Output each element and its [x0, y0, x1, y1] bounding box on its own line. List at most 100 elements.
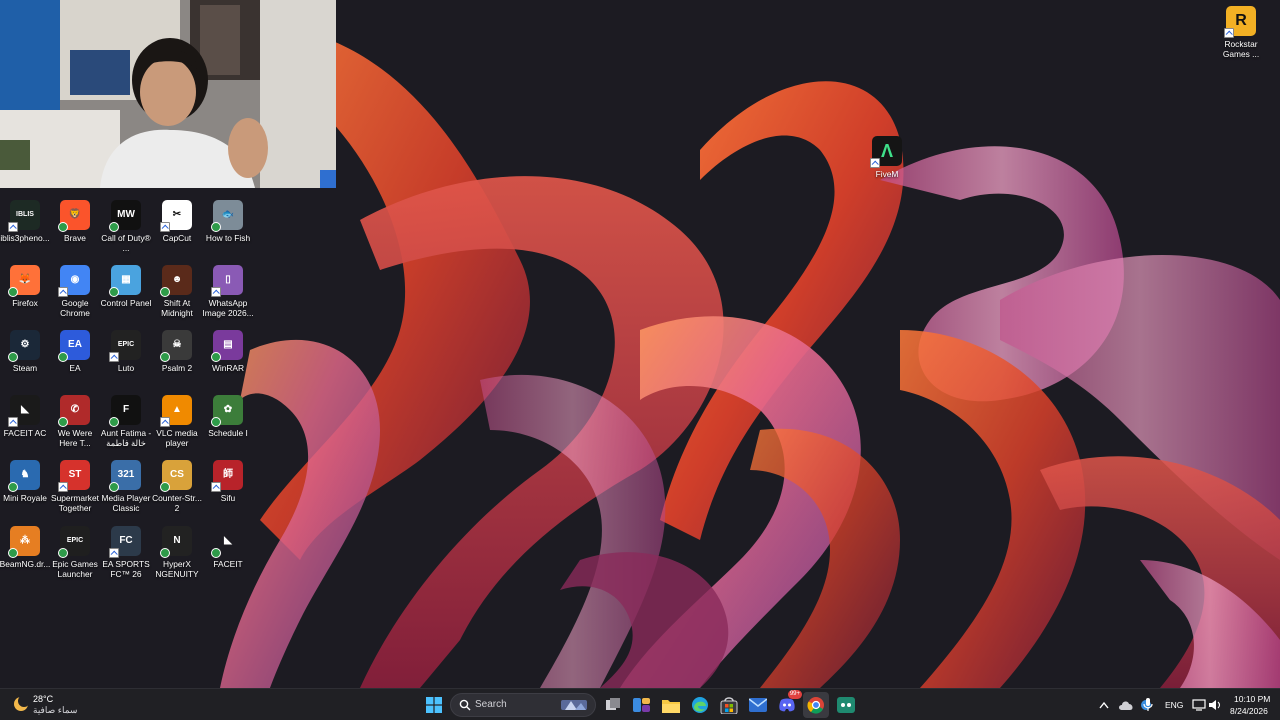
- weather-widget[interactable]: 28°C سماء صافية: [10, 692, 110, 718]
- desktop-icon-label: FACEIT: [213, 559, 243, 569]
- chrome-icon: ◉: [58, 265, 90, 297]
- media-player-classic-icon: 321: [109, 460, 141, 492]
- steam-icon: ⚙: [8, 330, 40, 362]
- file-explorer-button[interactable]: [658, 692, 684, 718]
- discord-button[interactable]: 99+: [774, 690, 802, 718]
- desktop-icon[interactable]: 🦁 Brave: [50, 200, 100, 264]
- desktop-icon[interactable]: ▲ VLC media player: [152, 395, 202, 459]
- search-highlight-icon: [561, 700, 587, 710]
- desktop-icon[interactable]: ☠ Psalm 2: [152, 330, 202, 394]
- icon-glyph: N: [173, 535, 181, 546]
- brave-icon: 🦁: [58, 200, 90, 232]
- desktop-icon[interactable]: MW Call of Duty® ...: [101, 200, 151, 264]
- widgets-button[interactable]: [629, 692, 655, 718]
- icon-glyph: EA: [68, 339, 82, 350]
- app-icon: [837, 697, 855, 713]
- desktop-icon-fivem[interactable]: Λ FiveM: [862, 136, 912, 200]
- desktop-icon[interactable]: ◣ FACEIT AC: [0, 395, 50, 459]
- desktop-icon-label: FACEIT AC: [3, 428, 47, 438]
- desktop-icon-label: iblis3pheno...: [0, 233, 50, 243]
- mini-royale-icon: ♞: [8, 460, 40, 492]
- desktop-icon-label: Aunt Fatima - خالة فاطمة: [100, 428, 152, 448]
- icon-glyph: ▲: [172, 404, 182, 415]
- desktop-icon[interactable]: ☻ Shift At Midnight: [152, 265, 202, 329]
- desktop-icon[interactable]: FC EA SPORTS FC™ 26: [101, 526, 151, 590]
- desktop-icon-label: Control Panel: [100, 298, 152, 308]
- icon-glyph: ✆: [70, 404, 80, 415]
- store-icon: [720, 696, 738, 714]
- icon-glyph: ▦: [121, 274, 131, 285]
- start-button[interactable]: [421, 692, 447, 718]
- desktop-icon-label: Call of Duty® ...: [101, 233, 151, 253]
- edge-button[interactable]: [687, 692, 713, 718]
- icon-glyph: ◣: [21, 404, 29, 415]
- ea-icon: EA: [58, 330, 90, 362]
- faceit-icon: ◣: [211, 526, 243, 558]
- icon-glyph: ▤: [223, 339, 233, 350]
- desktop-icon[interactable]: 🦊 Firefox: [0, 265, 50, 329]
- desktop-icon[interactable]: F Aunt Fatima - خالة فاطمة: [101, 395, 151, 459]
- desktop-icon[interactable]: ▯ WhatsApp Image 2026...: [202, 265, 254, 329]
- desktop-icon[interactable]: 🐟 How to Fish: [203, 200, 253, 264]
- show-hidden-icons-chevron-icon[interactable]: [1099, 701, 1109, 709]
- discord-icon: [779, 698, 795, 712]
- desktop-icon[interactable]: ✂ CapCut: [152, 200, 202, 264]
- desktop-icon[interactable]: ◣ FACEIT: [203, 526, 253, 590]
- desktop-icon[interactable]: ▦ Control Panel: [101, 265, 151, 329]
- icon-glyph: IBLIS: [16, 211, 34, 218]
- onedrive-cloud-icon[interactable]: [1118, 699, 1134, 711]
- desktop-icon[interactable]: N HyperX NGENUITY: [152, 526, 202, 590]
- language-indicator[interactable]: ENG: [1165, 700, 1183, 710]
- hyperx-ngenuity-icon: N: [160, 526, 192, 558]
- icon-glyph: ☻: [171, 274, 183, 285]
- desktop-icon-label: FiveM: [875, 169, 899, 179]
- windows-logo-icon: [426, 697, 442, 713]
- task-view-button[interactable]: [600, 692, 626, 718]
- desktop-icon[interactable]: 師 Sifu: [203, 460, 253, 524]
- desktop-icon-label: Steam: [12, 363, 38, 373]
- volume-icon[interactable]: [1208, 699, 1222, 711]
- search-icon: [459, 699, 471, 711]
- psalm-2-icon: ☠: [160, 330, 192, 362]
- clock-time[interactable]: 10:10 PM: [1234, 694, 1270, 704]
- desktop-icon-label: Google Chrome: [60, 298, 90, 318]
- icon-glyph: ⁂: [20, 535, 30, 546]
- desktop-icon-label: Mini Royale: [3, 493, 47, 503]
- shift-at-midnight-icon: ☻: [160, 265, 192, 297]
- desktop-icon[interactable]: ⁂ BeamNG.dr...: [0, 526, 50, 590]
- network-display-icon[interactable]: [1192, 699, 1206, 711]
- icon-glyph: 🦊: [18, 274, 32, 285]
- desktop-icon[interactable]: ▤ WinRAR: [203, 330, 253, 394]
- store-button[interactable]: [716, 692, 742, 718]
- ea-sports-fc-icon: FC: [109, 526, 141, 558]
- desktop-icon[interactable]: IBLIS iblis3pheno...: [0, 200, 50, 264]
- desktop-icon[interactable]: ♞ Mini Royale: [0, 460, 50, 524]
- taskbar-search-box[interactable]: Search: [450, 693, 596, 717]
- desktop-icon[interactable]: ⚙ Steam: [0, 330, 50, 394]
- rockstar-games-icon: R: [1224, 6, 1256, 38]
- desktop-icon[interactable]: ✿ Schedule I: [203, 395, 253, 459]
- desktop-icon[interactable]: 321 Media Player Classic: [101, 460, 151, 524]
- weather-moon-icon: [14, 695, 30, 711]
- microphone-icon[interactable]: [1143, 698, 1153, 712]
- sifu-icon: 師: [211, 460, 243, 492]
- mail-button[interactable]: [745, 692, 771, 718]
- desktop-icon[interactable]: EPIC Luto: [101, 330, 151, 394]
- chrome-button[interactable]: [803, 692, 829, 718]
- desktop-icon[interactable]: CS Counter-Str... 2: [152, 460, 202, 524]
- desktop-icon-rockstar-games[interactable]: R Rockstar Games ...: [1216, 6, 1266, 70]
- icon-glyph: 🦁: [68, 209, 82, 220]
- clock-date[interactable]: 8/24/2026: [1230, 706, 1268, 716]
- desktop-icon[interactable]: EA EA: [50, 330, 100, 394]
- desktop-icon-label: BeamNG.dr...: [0, 559, 51, 569]
- icon-glyph: ✂: [172, 209, 182, 220]
- desktop-icon[interactable]: EPIC Epic Games Launcher: [50, 526, 100, 590]
- desktop-icon-label: WhatsApp Image 2026...: [202, 298, 254, 318]
- desktop-icon[interactable]: ST Supermarket Together: [50, 460, 100, 524]
- terminal-button[interactable]: [833, 692, 859, 718]
- desktop-icon-label: Sifu: [220, 493, 236, 503]
- desktop-icon[interactable]: ◉ Google Chrome: [50, 265, 100, 329]
- desktop-icon-label: CapCut: [162, 233, 192, 243]
- desktop-icon[interactable]: ✆ We Were Here T...: [50, 395, 100, 459]
- icon-glyph: EPIC: [117, 341, 135, 348]
